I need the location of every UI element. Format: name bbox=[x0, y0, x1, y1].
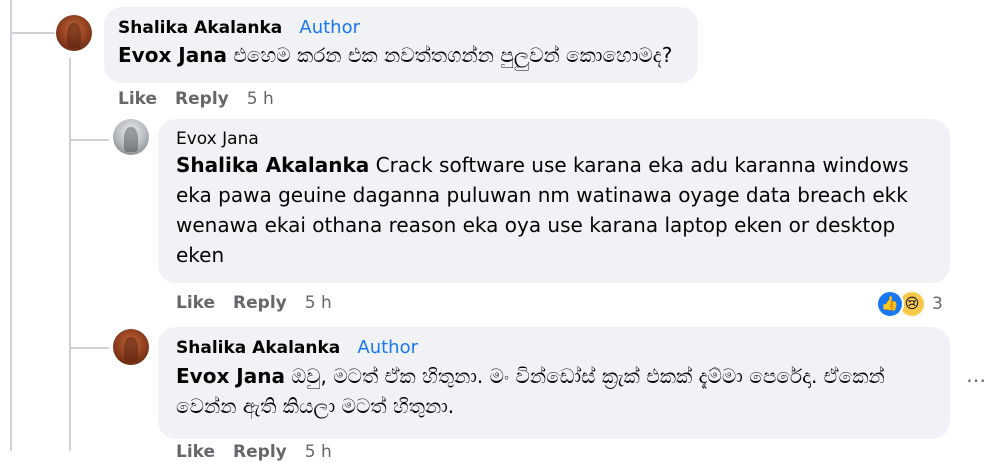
comment-text: Shalika Akalanka Crack software use kara… bbox=[176, 150, 932, 270]
timestamp[interactable]: 5 h bbox=[305, 442, 332, 462]
author-badge: Author bbox=[357, 337, 418, 358]
reply-button[interactable]: Reply bbox=[175, 89, 229, 109]
reaction-count: 3 bbox=[932, 294, 943, 314]
comment-bubble: Shalika Akalanka Author Evox Jana ඔවු, ම… bbox=[158, 327, 950, 439]
comment-header: Shalika Akalanka Author bbox=[176, 337, 932, 358]
comment-body: එහෙම කරන එක නවත්තගන්න පුලුවන් කොහොමද? bbox=[226, 43, 673, 67]
timestamp[interactable]: 5 h bbox=[247, 89, 274, 109]
comment-actions: Like Reply 5 h bbox=[176, 442, 332, 462]
avatar[interactable] bbox=[56, 15, 92, 51]
author-name[interactable]: Shalika Akalanka bbox=[176, 338, 340, 358]
author-name[interactable]: Evox Jana bbox=[176, 129, 259, 149]
thread-line-reply2-h bbox=[69, 347, 109, 349]
comment-body-line1: ඔවු, මටත් ඒක හිතුනා. මං වින්ඩෝස් ක්‍රැක්… bbox=[284, 364, 885, 388]
comment-header: Evox Jana bbox=[176, 129, 932, 149]
comment-actions: Like Reply 5 h bbox=[176, 293, 332, 313]
thread-line-outer-h bbox=[10, 32, 55, 34]
mention-link[interactable]: Evox Jana bbox=[176, 364, 285, 388]
like-button[interactable]: Like bbox=[176, 442, 215, 462]
reply-button[interactable]: Reply bbox=[233, 293, 287, 313]
author-name[interactable]: Shalika Akalanka bbox=[118, 18, 282, 38]
comment-header: Shalika Akalanka Author bbox=[118, 17, 684, 38]
like-button[interactable]: Like bbox=[118, 89, 157, 109]
mention-link[interactable]: Evox Jana bbox=[118, 43, 227, 67]
thread-line-reply-v bbox=[69, 58, 71, 451]
thread-line-outer-v bbox=[10, 0, 12, 451]
mention-link[interactable]: Shalika Akalanka bbox=[176, 153, 369, 177]
avatar[interactable] bbox=[113, 119, 149, 155]
like-icon: 👍 bbox=[876, 290, 904, 318]
comment-actions: Like Reply 5 h bbox=[118, 89, 274, 109]
avatar[interactable] bbox=[113, 329, 149, 365]
more-options-icon[interactable]: ⋯ bbox=[966, 368, 987, 392]
reply-button[interactable]: Reply bbox=[233, 442, 287, 462]
comment-text: Evox Jana ඔවු, මටත් ඒක හිතුනා. මං වින්ඩෝ… bbox=[176, 361, 932, 421]
comment-bubble: Evox Jana Shalika Akalanka Crack softwar… bbox=[158, 119, 950, 283]
timestamp[interactable]: 5 h bbox=[305, 293, 332, 313]
thread-line-reply1-h bbox=[69, 139, 109, 141]
author-badge: Author bbox=[299, 17, 360, 38]
comment-bubble: Shalika Akalanka Author Evox Jana එහෙම ක… bbox=[104, 7, 698, 83]
comment-body-line2: වෙන්න ඇති කියලා මටත් හිතුනා. bbox=[176, 394, 455, 418]
like-button[interactable]: Like bbox=[176, 293, 215, 313]
reaction-summary[interactable]: 👍 😢 3 bbox=[876, 290, 943, 318]
comment-text: Evox Jana එහෙම කරන එක නවත්තගන්න පුලුවන් … bbox=[118, 40, 684, 70]
